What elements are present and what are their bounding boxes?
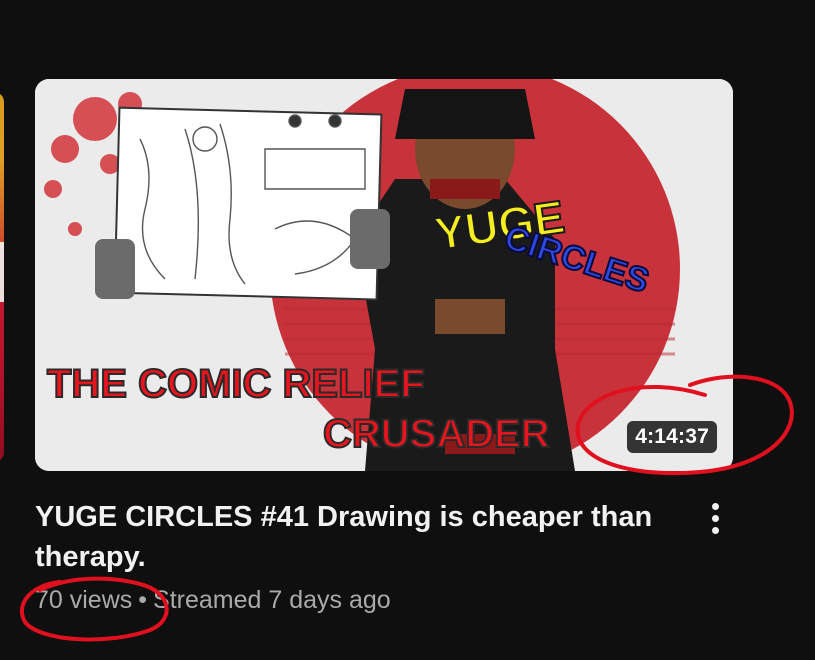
thumbnail-artwork: THE COMIC RELIEF CRUSADER YUGE CIRCLES xyxy=(35,79,733,471)
video-card[interactable]: THE COMIC RELIEF CRUSADER YUGE CIRCLES 4… xyxy=(35,79,733,617)
video-details: YUGE CIRCLES #41 Drawing is cheaper than… xyxy=(35,497,733,617)
duration-badge: 4:14:37 xyxy=(627,421,717,453)
streamed-date: Streamed 7 days ago xyxy=(153,586,391,614)
video-stats: 70 views • Streamed 7 days ago xyxy=(35,583,733,617)
page: THE COMIC RELIEF CRUSADER YUGE CIRCLES 4… xyxy=(0,0,815,660)
neighbor-video-thumbnail-partial[interactable] xyxy=(0,92,4,462)
meta-separator: • xyxy=(138,586,148,614)
view-count: 70 views xyxy=(35,586,133,614)
neighbor-thumbnail-detail xyxy=(0,242,4,302)
thumbnail-headline-line2: CRUSADER xyxy=(323,412,550,456)
video-thumbnail[interactable]: THE COMIC RELIEF CRUSADER YUGE CIRCLES 4… xyxy=(35,79,733,471)
thumbnail-headline-line1: THE COMIC RELIEF xyxy=(47,362,425,406)
video-title[interactable]: YUGE CIRCLES #41 Drawing is cheaper than… xyxy=(35,497,675,577)
sketch-paper xyxy=(95,106,390,301)
more-vertical-icon[interactable] xyxy=(703,499,727,539)
